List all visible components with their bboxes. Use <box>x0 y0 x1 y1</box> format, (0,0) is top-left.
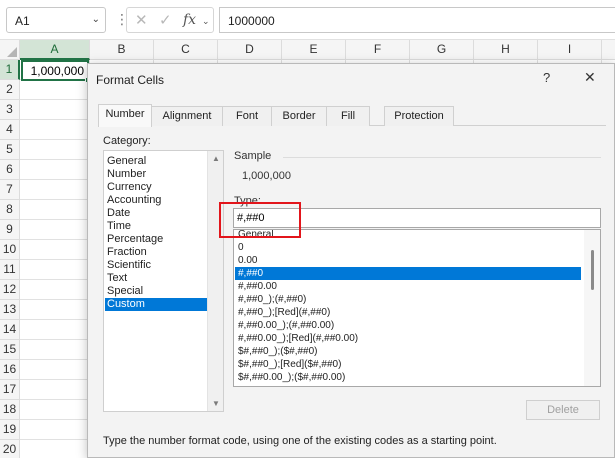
tab-number[interactable]: Number <box>98 104 152 127</box>
category-item-special[interactable]: Special <box>105 285 207 298</box>
row-header-9[interactable]: 9 <box>0 220 20 240</box>
format-code-item[interactable]: #,##0 <box>235 267 581 280</box>
divider <box>283 157 601 158</box>
column-header-next[interactable] <box>602 40 615 60</box>
format-code-item[interactable]: #,##0_);[Red](#,##0) <box>235 306 581 319</box>
category-item-currency[interactable]: Currency <box>105 181 207 194</box>
category-item-date[interactable]: Date <box>105 207 207 220</box>
column-header-f[interactable]: F <box>346 40 410 60</box>
category-item-fraction[interactable]: Fraction <box>105 246 207 259</box>
format-code-item[interactable]: 0 <box>235 241 581 254</box>
format-code-item[interactable]: #,##0.00 <box>235 280 581 293</box>
cancel-icon[interactable]: ✕ <box>135 11 148 29</box>
category-item-general[interactable]: General <box>105 155 207 168</box>
row-header-2[interactable]: 2 <box>0 80 20 100</box>
category-scrollbar[interactable]: ▲ ▼ <box>207 151 223 411</box>
tab-border[interactable]: Border <box>271 106 327 126</box>
name-box[interactable]: A1 ⌄ <box>6 7 106 33</box>
column-header-a[interactable]: A <box>20 40 90 60</box>
format-code-item[interactable]: $#,##0_);[Red]($#,##0) <box>235 358 581 371</box>
insert-function-icon[interactable]: fx <box>183 12 196 28</box>
category-item-custom[interactable]: Custom <box>105 298 207 311</box>
row-header-10[interactable]: 10 <box>0 240 20 260</box>
tab-protection[interactable]: Protection <box>384 106 454 126</box>
sample-label: Sample <box>234 150 272 162</box>
column-header-e[interactable]: E <box>282 40 346 60</box>
category-list[interactable]: General Number Currency Accounting Date Time P… <box>103 150 224 412</box>
chevron-down-icon[interactable]: ⌄ <box>202 16 210 27</box>
delete-button[interactable]: Delete <box>526 400 600 420</box>
category-item-text[interactable]: Text <box>105 272 207 285</box>
row-header-1[interactable]: 1 <box>0 60 20 80</box>
format-cells-dialog: Format Cells ? ✕ Number Alignment Font B… <box>87 63 615 458</box>
row-header-11[interactable]: 11 <box>0 260 20 280</box>
row-header-3[interactable]: 3 <box>0 100 20 120</box>
row-header-7[interactable]: 7 <box>0 180 20 200</box>
row-header-15[interactable]: 15 <box>0 340 20 360</box>
formula-input[interactable]: 1000000 <box>219 7 615 33</box>
category-item-time[interactable]: Time <box>105 220 207 233</box>
category-item-percentage[interactable]: Percentage <box>105 233 207 246</box>
column-header-g[interactable]: G <box>410 40 474 60</box>
close-icon[interactable]: ✕ <box>584 69 596 86</box>
help-icon[interactable]: ? <box>543 70 550 85</box>
column-header-d[interactable]: D <box>218 40 282 60</box>
cell-value: 1,000,000 <box>30 64 84 78</box>
tab-alignment[interactable]: Alignment <box>151 106 223 126</box>
row-header-16[interactable]: 16 <box>0 360 20 380</box>
scroll-up-icon[interactable]: ▲ <box>212 154 220 163</box>
name-box-value: A1 <box>15 14 30 28</box>
formula-buttons: ✕ ✓ fx ⌄ <box>126 7 214 33</box>
row-header-8[interactable]: 8 <box>0 200 20 220</box>
active-cell-a1[interactable]: 1,000,000 <box>21 60 91 83</box>
row-header-20[interactable]: 20 <box>0 440 20 458</box>
column-header-h[interactable]: H <box>474 40 538 60</box>
format-scrollbar[interactable] <box>584 230 600 386</box>
row-header-13[interactable]: 13 <box>0 300 20 320</box>
category-item-accounting[interactable]: Accounting <box>105 194 207 207</box>
tab-font[interactable]: Font <box>222 106 272 126</box>
row-header-14[interactable]: 14 <box>0 320 20 340</box>
dialog-title: Format Cells <box>96 73 165 87</box>
highlight-annotation <box>219 202 301 238</box>
scrollbar-thumb[interactable] <box>591 250 594 290</box>
category-item-scientific[interactable]: Scientific <box>105 259 207 272</box>
row-header-18[interactable]: 18 <box>0 400 20 420</box>
chevron-down-icon[interactable]: ⌄ <box>92 14 100 25</box>
column-header-b[interactable]: B <box>90 40 154 60</box>
scroll-down-icon[interactable]: ▼ <box>212 399 220 408</box>
sample-value: 1,000,000 <box>242 170 291 182</box>
tab-fill[interactable]: Fill <box>326 106 370 126</box>
format-code-item[interactable]: #,##0.00_);[Red](#,##0.00) <box>235 332 581 345</box>
column-header-i[interactable]: I <box>538 40 602 60</box>
format-code-item[interactable]: $#,##0.00_);($#,##0.00) <box>235 371 581 384</box>
category-label: Category: <box>103 135 151 147</box>
row-header-4[interactable]: 4 <box>0 120 20 140</box>
formula-value: 1000000 <box>228 14 275 28</box>
confirm-icon[interactable]: ✓ <box>159 11 172 29</box>
row-header-19[interactable]: 19 <box>0 420 20 440</box>
format-code-item[interactable]: 0.00 <box>235 254 581 267</box>
tab-strip: Number Alignment Font Border Fill Protec… <box>98 104 606 127</box>
category-item-number[interactable]: Number <box>105 168 207 181</box>
row-header-17[interactable]: 17 <box>0 380 20 400</box>
format-code-item[interactable]: #,##0.00_);(#,##0.00) <box>235 319 581 332</box>
select-all-corner[interactable] <box>0 40 20 60</box>
hint-text: Type the number format code, using one o… <box>103 435 497 447</box>
format-code-item[interactable]: #,##0_);(#,##0) <box>235 293 581 306</box>
formula-bar: A1 ⌄ ⋮ ✕ ✓ fx ⌄ 1000000 <box>0 0 615 40</box>
row-header-6[interactable]: 6 <box>0 160 20 180</box>
row-header-5[interactable]: 5 <box>0 140 20 160</box>
format-code-list[interactable]: General 0 0.00 #,##0 #,##0.00 #,##0_);(#,##0)… <box>233 229 601 387</box>
column-header-c[interactable]: C <box>154 40 218 60</box>
format-code-item[interactable]: $#,##0_);($#,##0) <box>235 345 581 358</box>
row-header-12[interactable]: 12 <box>0 280 20 300</box>
